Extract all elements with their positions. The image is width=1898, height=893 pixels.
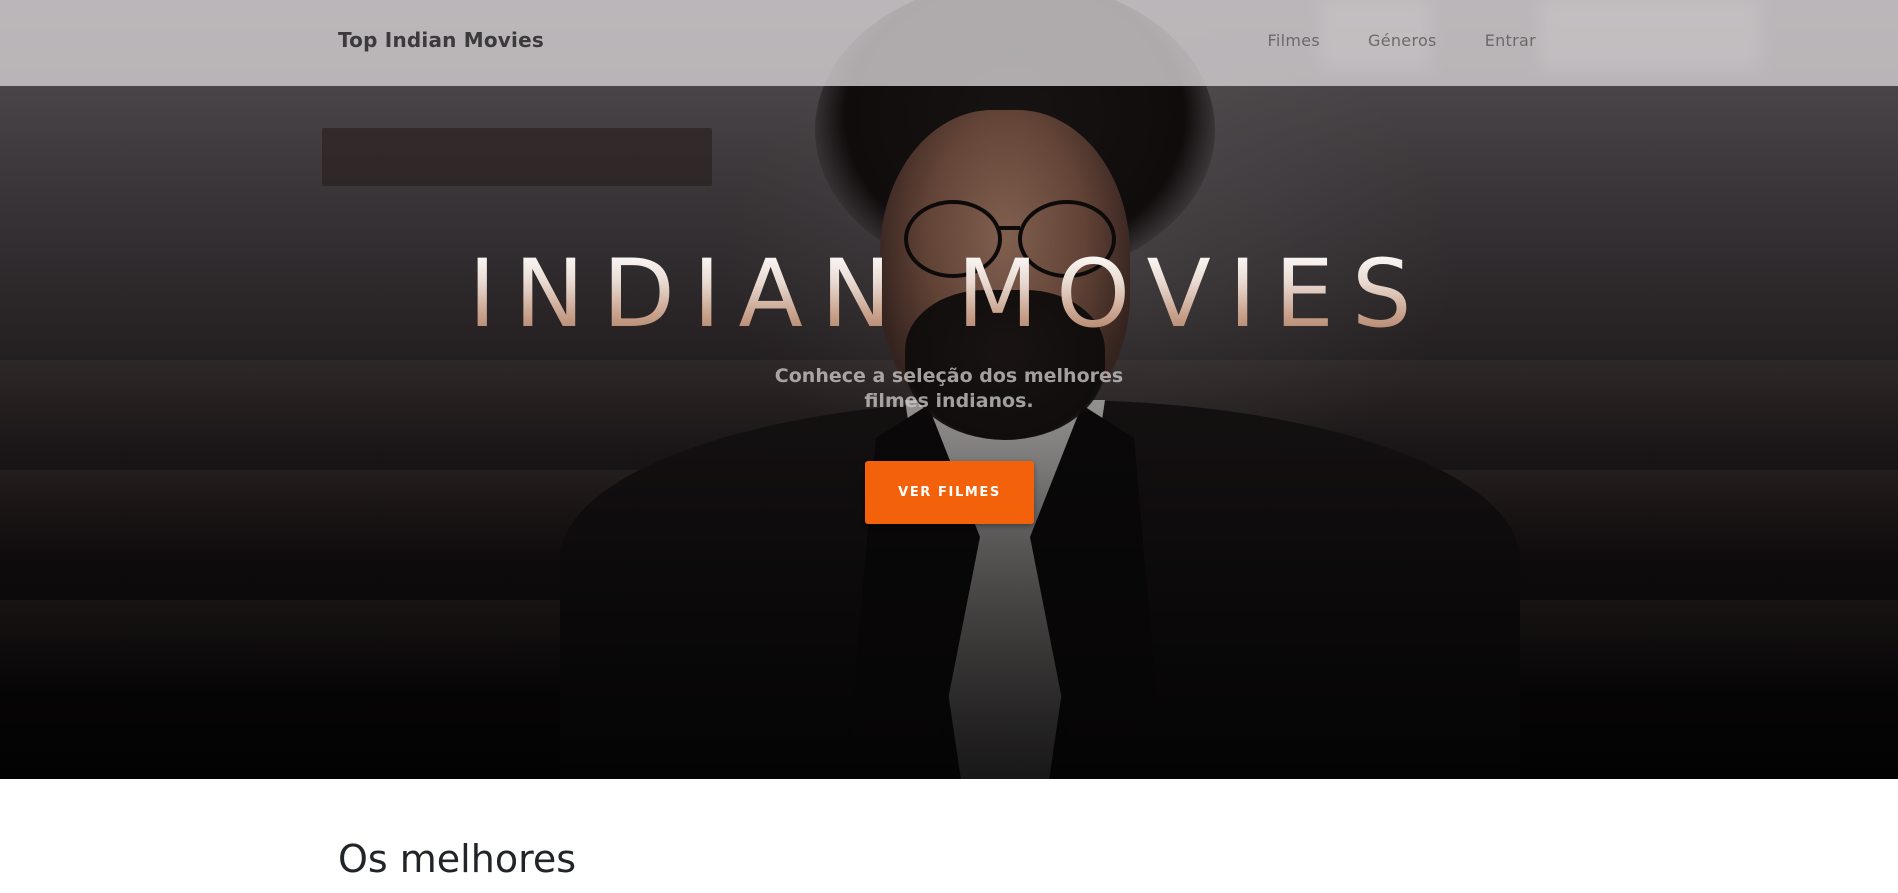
nav-link-filmes[interactable]: Filmes	[1268, 31, 1321, 50]
nav-link-entrar[interactable]: Entrar	[1485, 31, 1536, 50]
ver-filmes-button[interactable]: VER FILMES	[865, 461, 1034, 524]
hero-section: INDIAN MOVIES Conhece a seleção dos melh…	[0, 0, 1898, 779]
hero-subtitle: Conhece a seleção dos melhores filmes in…	[774, 365, 1124, 412]
nav-links: Filmes Géneros Entrar	[1268, 31, 1536, 50]
nav-link-generos[interactable]: Géneros	[1368, 31, 1437, 50]
brand-link[interactable]: Top Indian Movies	[338, 28, 544, 52]
section-heading: Os melhores	[338, 837, 577, 881]
navbar: Top Indian Movies Filmes Géneros Entrar	[0, 0, 1898, 86]
hero-title: INDIAN MOVIES	[0, 248, 1898, 342]
